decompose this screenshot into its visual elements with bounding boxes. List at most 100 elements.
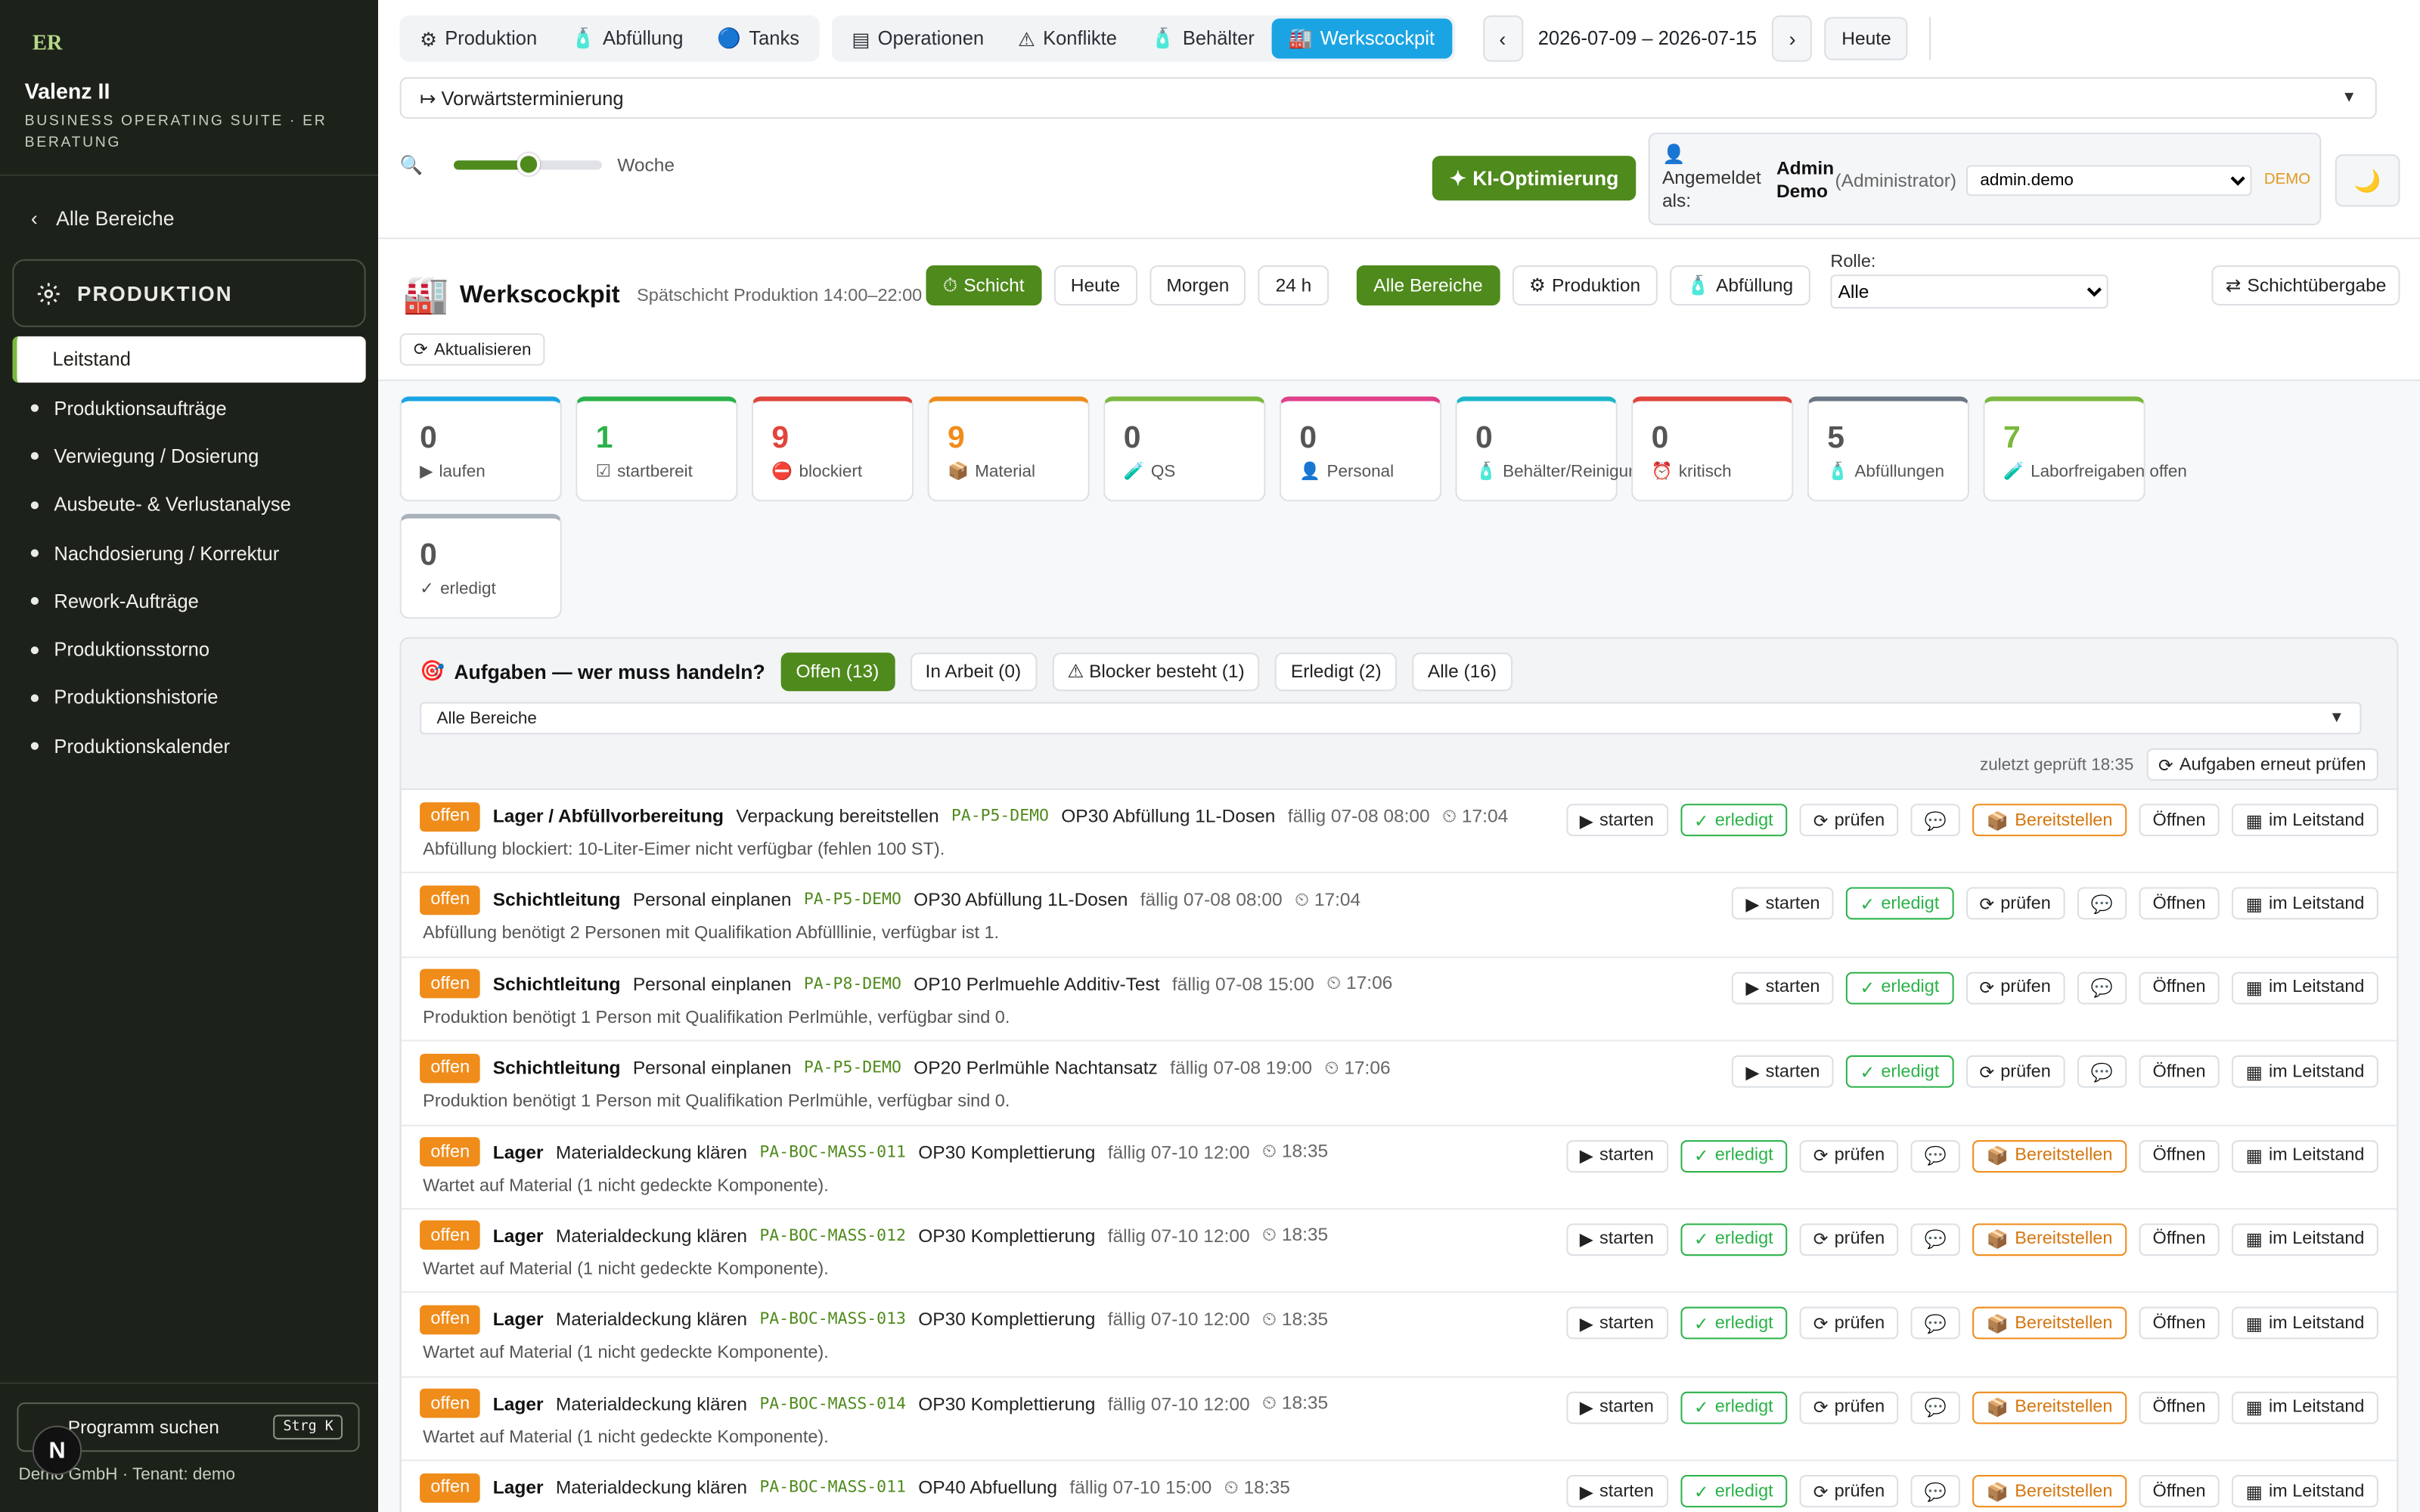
done-button[interactable]: ✓ erledigt: [1680, 1139, 1788, 1173]
refresh-button[interactable]: ⟳ Aktualisieren: [399, 333, 545, 366]
open-button[interactable]: Öffnen: [2139, 1223, 2220, 1256]
done-button[interactable]: ✓ erledigt: [1680, 1223, 1788, 1256]
kpi-card[interactable]: 9 ⛔ blockiert: [751, 396, 914, 502]
leitstand-button[interactable]: ▦ im Leitstand: [2232, 1475, 2378, 1508]
zoom-slider-knob[interactable]: [517, 153, 541, 176]
order-code[interactable]: PA-BOC-MASS-011: [759, 1478, 906, 1496]
check-button[interactable]: ⟳ prüfen: [1799, 804, 1899, 837]
done-button[interactable]: ✓ erledigt: [1846, 1055, 1953, 1089]
sidebar-item[interactable]: Leitstand: [12, 336, 366, 383]
provide-button[interactable]: 📦 Bereitstellen: [1972, 1391, 2127, 1424]
start-button[interactable]: ▶ starten: [1565, 1391, 1668, 1424]
start-button[interactable]: ▶ starten: [1732, 1055, 1834, 1089]
scheduling-select[interactable]: ↦ Vorwärtsterminierung ▼: [399, 77, 2377, 119]
kpi-card[interactable]: 0 👤 Personal: [1279, 396, 1442, 502]
kpi-card[interactable]: 0 🧴 Behälter/Reinigung: [1455, 396, 1647, 502]
comment-button[interactable]: 💬: [1910, 1139, 1961, 1173]
open-button[interactable]: Öffnen: [2139, 1307, 2220, 1340]
check-button[interactable]: ⟳ prüfen: [1799, 1223, 1899, 1256]
back-to-all-areas[interactable]: ‹ Alle Bereiche: [0, 176, 378, 259]
area-chip[interactable]: ⚙ Produktion: [1512, 265, 1658, 306]
task-filter-chip[interactable]: ⚠ Blocker besteht (1): [1051, 652, 1261, 691]
done-button[interactable]: ✓ erledigt: [1680, 1391, 1788, 1424]
provide-button[interactable]: 📦 Bereitstellen: [1972, 1307, 2127, 1340]
time-chip[interactable]: Heute: [1053, 265, 1137, 306]
sidebar-item[interactable]: Produktionsaufträge: [0, 384, 378, 432]
open-button[interactable]: Öffnen: [2139, 1391, 2220, 1424]
kpi-card[interactable]: 0 ⏰ kritisch: [1631, 396, 1794, 502]
order-code[interactable]: PA-P5-DEMO: [804, 1058, 901, 1077]
prev-range-button[interactable]: ‹: [1482, 15, 1523, 62]
leitstand-button[interactable]: ▦ im Leitstand: [2232, 888, 2378, 921]
next-badge[interactable]: N: [32, 1425, 82, 1476]
tab-konflikte[interactable]: ⚠ Konflikte: [1001, 18, 1134, 58]
check-button[interactable]: ⟳ prüfen: [1799, 1475, 1899, 1508]
shift-handover-button[interactable]: ⇄ Schichtübergabe: [2211, 265, 2400, 306]
open-button[interactable]: Öffnen: [2139, 888, 2220, 921]
comment-button[interactable]: 💬: [2077, 971, 2127, 1005]
tab-produktion[interactable]: ⚙ Produktion: [403, 18, 554, 58]
order-code[interactable]: PA-BOC-MASS-011: [759, 1142, 906, 1160]
order-code[interactable]: PA-P5-DEMO: [804, 891, 901, 909]
kpi-card[interactable]: 5 🧴 Abfüllungen: [1807, 396, 1970, 502]
sidebar-item[interactable]: Verwiegung / Dosierung: [0, 432, 378, 481]
role-select[interactable]: Alle: [1830, 274, 2108, 309]
recheck-button[interactable]: ⟳ Aufgaben erneut prüfen: [2145, 748, 2378, 781]
leitstand-button[interactable]: ▦ im Leitstand: [2232, 1307, 2378, 1340]
comment-button[interactable]: 💬: [1910, 1475, 1961, 1508]
tab-behälter[interactable]: 🧴 Behälter: [1134, 18, 1271, 58]
start-button[interactable]: ▶ starten: [1732, 888, 1834, 921]
zoom-slider[interactable]: [453, 153, 602, 176]
provide-button[interactable]: 📦 Bereitstellen: [1972, 1139, 2127, 1173]
kpi-card[interactable]: 0 ▶ laufen: [399, 396, 562, 502]
done-button[interactable]: ✓ erledigt: [1846, 971, 1953, 1005]
task-filter-chip[interactable]: Alle (16): [1412, 652, 1512, 691]
sidebar-item[interactable]: Rework-Aufträge: [0, 578, 378, 626]
open-button[interactable]: Öffnen: [2139, 1055, 2220, 1089]
leitstand-button[interactable]: ▦ im Leitstand: [2232, 1391, 2378, 1424]
check-button[interactable]: ⟳ prüfen: [1965, 1055, 2065, 1089]
comment-button[interactable]: 💬: [1910, 1391, 1961, 1424]
comment-button[interactable]: 💬: [1910, 1223, 1961, 1256]
tab-tanks[interactable]: 🔵 Tanks: [700, 18, 817, 58]
leitstand-button[interactable]: ▦ im Leitstand: [2232, 1223, 2378, 1256]
open-button[interactable]: Öffnen: [2139, 1139, 2220, 1173]
order-code[interactable]: PA-P5-DEMO: [951, 807, 1049, 825]
comment-button[interactable]: 💬: [1910, 1307, 1961, 1340]
time-chip[interactable]: Morgen: [1149, 265, 1246, 306]
start-button[interactable]: ▶ starten: [1565, 1223, 1668, 1256]
sidebar-item[interactable]: Produktionsstorno: [0, 626, 378, 674]
area-chip[interactable]: 🧴 Abfüllung: [1669, 265, 1810, 306]
done-button[interactable]: ✓ erledigt: [1680, 1307, 1788, 1340]
ki-optimization-button[interactable]: ✦ KI-Optimierung: [1432, 156, 1637, 201]
task-filter-chip[interactable]: Erledigt (2): [1275, 652, 1398, 691]
done-button[interactable]: ✓ erledigt: [1680, 804, 1788, 837]
done-button[interactable]: ✓ erledigt: [1680, 1475, 1788, 1508]
area-chip[interactable]: Alle Bereiche: [1356, 265, 1500, 306]
start-button[interactable]: ▶ starten: [1565, 1139, 1668, 1173]
order-code[interactable]: PA-BOC-MASS-012: [759, 1226, 906, 1244]
leitstand-button[interactable]: ▦ im Leitstand: [2232, 1055, 2378, 1089]
task-filter-chip[interactable]: Offen (13): [780, 652, 895, 691]
sidebar-item[interactable]: Produktionshistorie: [0, 674, 378, 722]
kpi-card[interactable]: 7 🧪 Laborfreigaben offen: [1983, 396, 2187, 502]
leitstand-button[interactable]: ▦ im Leitstand: [2232, 1139, 2378, 1173]
section-produktion[interactable]: PRODUKTION: [12, 259, 366, 327]
kpi-card[interactable]: 0 🧪 QS: [1103, 396, 1266, 502]
start-button[interactable]: ▶ starten: [1565, 1307, 1668, 1340]
tab-abfüllung[interactable]: 🧴 Abfüllung: [554, 18, 700, 58]
dark-mode-toggle[interactable]: 🌙: [2335, 154, 2400, 207]
kpi-card[interactable]: 0 ✓ erledigt: [399, 513, 562, 619]
provide-button[interactable]: 📦 Bereitstellen: [1972, 1475, 2127, 1508]
provide-button[interactable]: 📦 Bereitstellen: [1972, 1223, 2127, 1256]
check-button[interactable]: ⟳ prüfen: [1965, 888, 2065, 921]
task-area-select[interactable]: Alle Bereiche ▼: [420, 702, 2362, 735]
kpi-card[interactable]: 9 📦 Material: [927, 396, 1090, 502]
account-select[interactable]: admin.demo: [1965, 165, 2252, 197]
done-button[interactable]: ✓ erledigt: [1846, 888, 1953, 921]
next-range-button[interactable]: ›: [1772, 15, 1813, 62]
order-code[interactable]: PA-P8-DEMO: [804, 974, 901, 993]
order-code[interactable]: PA-BOC-MASS-014: [759, 1394, 906, 1412]
tab-werkscockpit[interactable]: 🏭 Werkscockpit: [1271, 18, 1452, 59]
sidebar-item[interactable]: Produktionskalender: [0, 722, 378, 770]
